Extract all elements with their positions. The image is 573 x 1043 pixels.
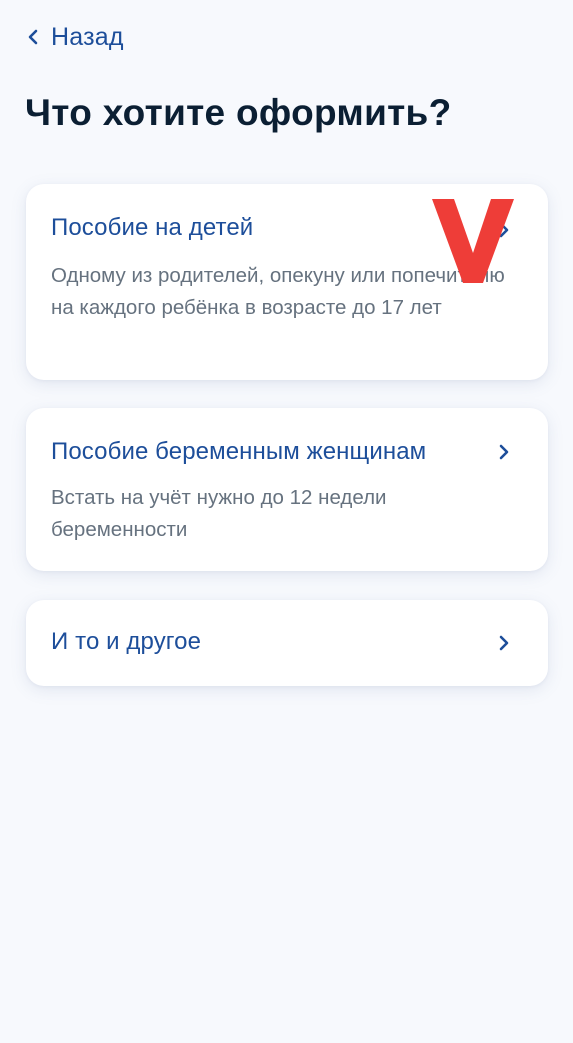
page-title: Что хотите оформить? xyxy=(25,92,452,133)
screen: Назад Что хотите оформить? Пособие на де… xyxy=(0,0,573,1043)
option-description: Одному из родителей, опекуну или попечит… xyxy=(51,264,505,319)
option-description: Встать на учёт нужно до 12 недели береме… xyxy=(51,486,387,541)
option-title: Пособие беременным женщинам xyxy=(51,438,427,465)
back-label: Назад xyxy=(51,22,124,51)
option-title: И то и другое xyxy=(51,628,202,655)
option-card-child-benefit[interactable]: Пособие на детей Одному из родителей, оп… xyxy=(26,184,548,380)
chevron-right-icon xyxy=(499,222,509,238)
chevron-right-icon xyxy=(499,635,509,651)
chevron-left-icon xyxy=(28,29,38,45)
option-title: Пособие на детей xyxy=(51,214,254,241)
back-button[interactable]: Назад xyxy=(24,20,124,54)
option-card-pregnancy-benefit[interactable]: Пособие беременным женщинам Встать на уч… xyxy=(26,408,548,571)
chevron-right-icon xyxy=(499,444,509,460)
option-card-both[interactable]: И то и другое xyxy=(26,600,548,686)
